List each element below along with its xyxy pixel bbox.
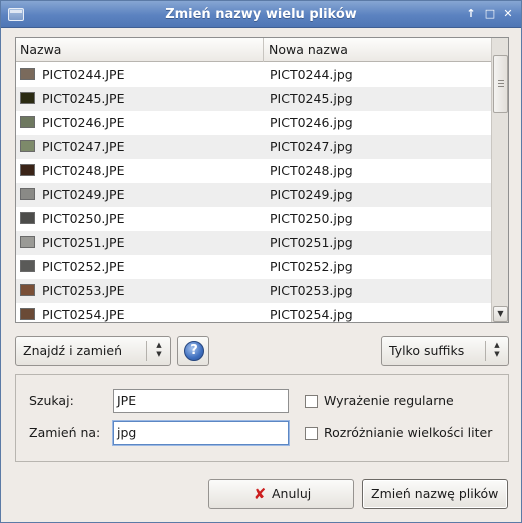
regex-checkbox[interactable] bbox=[305, 395, 318, 408]
list-item[interactable]: PICT0246.JPE PICT0246.jpg bbox=[16, 111, 491, 135]
cancel-x-icon: ✘ bbox=[253, 485, 267, 503]
file-name: PICT0250.JPE bbox=[42, 211, 125, 226]
maximize-icon[interactable]: □ bbox=[483, 7, 497, 21]
file-name: PICT0248.JPE bbox=[42, 163, 125, 178]
help-button[interactable]: ? bbox=[177, 336, 209, 366]
new-file-name: PICT0254.jpg bbox=[270, 307, 353, 322]
file-rows: PICT0244.JPE PICT0244.jpg PICT0245.JPE PICT… bbox=[16, 63, 491, 322]
new-file-name: PICT0250.jpg bbox=[270, 211, 353, 226]
combo-arrows-icon: ▲ ▼ bbox=[156, 341, 162, 358]
image-thumbnail-icon bbox=[20, 116, 35, 128]
window-title: Zmień nazwy wielu plików bbox=[165, 7, 357, 22]
new-file-name: PICT0251.jpg bbox=[270, 235, 353, 250]
new-file-name: PICT0252.jpg bbox=[270, 259, 353, 274]
column-header-new-name[interactable]: Nowa nazwa bbox=[265, 38, 491, 62]
regex-label[interactable]: Wyrażenie regularne bbox=[324, 393, 454, 409]
rename-files-button[interactable]: Zmień nazwę plików bbox=[362, 479, 508, 509]
new-file-name: PICT0253.jpg bbox=[270, 283, 353, 298]
search-replace-panel: Szukaj: JPE Wyrażenie regularne Zamień n… bbox=[15, 374, 509, 462]
new-file-name: PICT0248.jpg bbox=[270, 163, 353, 178]
replace-input[interactable]: jpg bbox=[113, 421, 289, 445]
image-thumbnail-icon bbox=[20, 236, 35, 248]
file-name: PICT0246.JPE bbox=[42, 115, 125, 130]
rename-files-label: Zmień nazwę plików bbox=[371, 486, 499, 501]
list-item[interactable]: PICT0244.JPE PICT0244.jpg bbox=[16, 63, 491, 87]
file-name: PICT0249.JPE bbox=[42, 187, 125, 202]
list-item[interactable]: PICT0247.JPE PICT0247.jpg bbox=[16, 135, 491, 159]
rename-dialog: Zmień nazwy wielu plików ↑ □ ✕ Nazwa Now… bbox=[0, 0, 522, 523]
image-thumbnail-icon bbox=[20, 260, 35, 272]
list-item[interactable]: PICT0253.JPE PICT0253.jpg bbox=[16, 279, 491, 303]
list-item[interactable]: PICT0252.JPE PICT0252.jpg bbox=[16, 255, 491, 279]
scrollbar-thumb[interactable] bbox=[493, 55, 508, 113]
title-bar: Zmień nazwy wielu plików ↑ □ ✕ bbox=[1, 1, 521, 28]
case-sensitive-checkbox[interactable] bbox=[305, 427, 318, 440]
list-item[interactable]: PICT0248.JPE PICT0248.jpg bbox=[16, 159, 491, 183]
list-item[interactable]: PICT0245.JPE PICT0245.jpg bbox=[16, 87, 491, 111]
file-name: PICT0254.JPE bbox=[42, 307, 125, 322]
file-name: PICT0253.JPE bbox=[42, 283, 125, 298]
replace-label: Zamień na: bbox=[29, 425, 101, 440]
file-name: PICT0251.JPE bbox=[42, 235, 125, 250]
suffix-select[interactable]: Tylko suffiks ▲ ▼ bbox=[381, 336, 509, 366]
combo-arrows-icon: ▲ ▼ bbox=[494, 341, 500, 358]
image-thumbnail-icon bbox=[20, 212, 35, 224]
keep-above-icon[interactable]: ↑ bbox=[464, 7, 478, 21]
list-item[interactable]: PICT0254.JPE PICT0254.jpg bbox=[16, 303, 491, 322]
close-icon[interactable]: ✕ bbox=[501, 7, 515, 21]
combo-separator bbox=[485, 341, 486, 361]
file-list[interactable]: Nazwa Nowa nazwa PICT0244.JPE PICT0244.jp… bbox=[15, 37, 509, 323]
file-name: PICT0244.JPE bbox=[42, 67, 125, 82]
list-header: Nazwa Nowa nazwa bbox=[16, 38, 491, 62]
image-thumbnail-icon bbox=[20, 164, 35, 176]
list-item[interactable]: PICT0250.JPE PICT0250.jpg bbox=[16, 207, 491, 231]
scroll-down-icon[interactable]: ▼ bbox=[493, 306, 508, 322]
image-thumbnail-icon bbox=[20, 92, 35, 104]
cancel-label: Anuluj bbox=[272, 486, 312, 501]
file-name: PICT0247.JPE bbox=[42, 139, 125, 154]
image-thumbnail-icon bbox=[20, 188, 35, 200]
combo-separator bbox=[146, 341, 147, 361]
mode-select[interactable]: Znajdź i zamień ▲ ▼ bbox=[15, 336, 171, 366]
search-input[interactable]: JPE bbox=[113, 389, 289, 413]
image-thumbnail-icon bbox=[20, 308, 35, 320]
new-file-name: PICT0246.jpg bbox=[270, 115, 353, 130]
suffix-select-value: Tylko suffiks bbox=[389, 343, 465, 358]
cancel-button[interactable]: ✘ Anuluj bbox=[208, 479, 354, 509]
list-item[interactable]: PICT0251.JPE PICT0251.jpg bbox=[16, 231, 491, 255]
image-thumbnail-icon bbox=[20, 284, 35, 296]
help-icon: ? bbox=[184, 341, 204, 361]
new-file-name: PICT0247.jpg bbox=[270, 139, 353, 154]
image-thumbnail-icon bbox=[20, 68, 35, 80]
new-file-name: PICT0245.jpg bbox=[270, 91, 353, 106]
image-thumbnail-icon bbox=[20, 140, 35, 152]
vertical-scrollbar[interactable]: ▼ bbox=[491, 38, 508, 322]
column-header-name[interactable]: Nazwa bbox=[16, 38, 264, 62]
mode-select-value: Znajdź i zamień bbox=[23, 343, 123, 358]
new-file-name: PICT0249.jpg bbox=[270, 187, 353, 202]
file-name: PICT0245.JPE bbox=[42, 91, 125, 106]
file-name: PICT0252.JPE bbox=[42, 259, 125, 274]
search-label: Szukaj: bbox=[29, 393, 74, 408]
list-item[interactable]: PICT0249.JPE PICT0249.jpg bbox=[16, 183, 491, 207]
new-file-name: PICT0244.jpg bbox=[270, 67, 353, 82]
case-sensitive-label[interactable]: Rozróżnianie wielkości liter bbox=[324, 425, 492, 441]
